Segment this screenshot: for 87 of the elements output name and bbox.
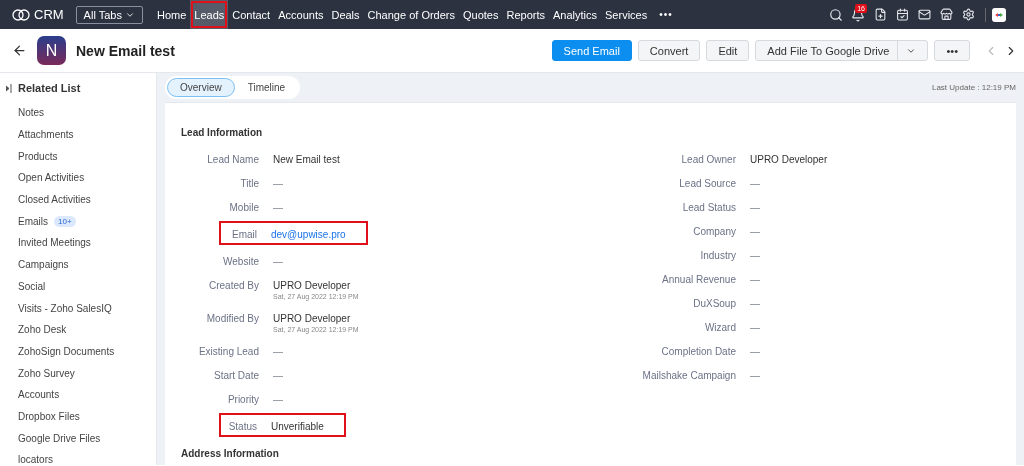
related-list-item[interactable]: Accounts xyxy=(18,389,60,401)
related-list-item[interactable]: Campaigns xyxy=(18,259,69,271)
related-list-item[interactable]: Attachments xyxy=(18,129,74,141)
field-label: Start Date xyxy=(212,369,259,381)
field-label: Modified By xyxy=(205,312,259,326)
field-label: Priority xyxy=(226,393,259,405)
field-value: — xyxy=(273,201,283,213)
action-button[interactable]: Edit xyxy=(706,40,750,61)
field-value: UPRO Developer xyxy=(273,279,352,291)
app-name: CRM xyxy=(34,7,64,22)
field-value: — xyxy=(273,345,283,357)
field-label: Lead Owner xyxy=(680,153,736,165)
field-label: Created By xyxy=(207,279,259,293)
related-list-item[interactable]: Notes xyxy=(18,107,45,119)
section-title: Address Information xyxy=(181,448,280,459)
nav-tab[interactable]: Quotes xyxy=(459,0,503,29)
field-value: — xyxy=(750,369,760,381)
nav-tab[interactable]: Services xyxy=(601,0,652,29)
field-label: Existing Lead xyxy=(197,345,259,357)
field-label: Company xyxy=(692,225,736,237)
field-label: Annual Revenue xyxy=(661,273,736,285)
field-value: UPRO Developer xyxy=(750,153,828,165)
related-list-item[interactable]: Zoho Survey xyxy=(18,367,75,379)
field-value: — xyxy=(273,393,283,405)
collapse-icon[interactable] xyxy=(6,83,12,93)
count-badge: 10+ xyxy=(54,215,76,227)
field-label: Email xyxy=(231,228,257,240)
related-list-item[interactable]: Emails xyxy=(18,215,48,227)
field-label: Mailshake Campaign xyxy=(641,369,736,381)
last-update: Last Update : 12:19 PM xyxy=(931,83,1016,92)
field-value: Unverifiable xyxy=(271,420,324,432)
field-label: Completion Date xyxy=(660,345,736,357)
field-value: New Email test xyxy=(273,153,340,165)
logo-icon xyxy=(12,7,30,22)
field-value: — xyxy=(750,201,760,213)
field-label: Status xyxy=(227,420,257,432)
related-list-item[interactable]: Products xyxy=(18,150,58,162)
field-value: UPRO Developer xyxy=(273,312,352,324)
field-value: — xyxy=(750,297,760,309)
avatar: N xyxy=(37,36,66,65)
nav-tab[interactable]: Home xyxy=(152,0,191,29)
field-label: Lead Name xyxy=(206,153,259,165)
record-title: New Email test xyxy=(76,42,175,59)
field-label: Wizard xyxy=(703,321,736,333)
nav-tab[interactable]: Change of Orders xyxy=(363,0,459,29)
field-label: Lead Status xyxy=(681,201,736,213)
related-list-item[interactable]: Dropbox Files xyxy=(18,410,80,422)
field-label: Lead Source xyxy=(678,177,736,189)
related-list-item[interactable]: Visits - Zoho SalesIQ xyxy=(18,302,112,314)
field-value: — xyxy=(273,255,283,267)
more-tabs[interactable]: ••• xyxy=(659,9,673,20)
view-tab[interactable]: Overview xyxy=(167,78,235,97)
sidebar-title: Related List xyxy=(18,82,81,94)
nav-tab[interactable]: Analytics xyxy=(549,0,602,29)
field-value: — xyxy=(750,345,760,357)
field-value: — xyxy=(750,273,760,285)
field-value: — xyxy=(750,177,760,189)
app-icon[interactable] xyxy=(992,7,1006,22)
related-list-item[interactable]: locators xyxy=(18,454,53,466)
related-list-item[interactable]: Open Activities xyxy=(18,172,85,184)
related-list-item[interactable]: Closed Activities xyxy=(18,194,91,206)
nav-tab[interactable]: Deals xyxy=(327,0,364,29)
section-title: Lead Information xyxy=(181,127,264,138)
nav-tab[interactable]: Reports xyxy=(502,0,549,29)
related-list-item[interactable]: Invited Meetings xyxy=(18,237,91,249)
field-value: — xyxy=(273,177,283,189)
nav-tab[interactable]: Contact xyxy=(228,0,275,29)
nav-tab[interactable]: Accounts xyxy=(274,0,328,29)
all-tabs-button[interactable]: All Tabs xyxy=(75,5,143,24)
field-value: — xyxy=(273,369,283,381)
related-list-item[interactable]: Google Drive Files xyxy=(18,432,101,444)
related-list-item[interactable]: Social xyxy=(18,280,46,292)
field-label: Website xyxy=(222,255,259,267)
action-button[interactable]: ••• xyxy=(934,40,970,61)
related-list-item[interactable]: Zoho Desk xyxy=(18,324,67,336)
action-button[interactable]: Convert xyxy=(637,40,701,61)
field-value: — xyxy=(750,249,760,261)
field-label: DuXSoup xyxy=(692,297,736,309)
field-value: — xyxy=(750,321,760,333)
related-list-item[interactable]: ZohoSign Documents xyxy=(18,345,115,357)
email-link[interactable]: dev@upwise.pro xyxy=(271,226,346,240)
split-button[interactable]: Add File To Google Drive xyxy=(755,40,929,61)
field-label: Mobile xyxy=(228,201,259,213)
field-label: Industry xyxy=(699,249,736,261)
nav-tab[interactable]: Leads xyxy=(190,0,229,29)
field-value: — xyxy=(750,225,760,237)
field-label: Title xyxy=(239,177,259,189)
